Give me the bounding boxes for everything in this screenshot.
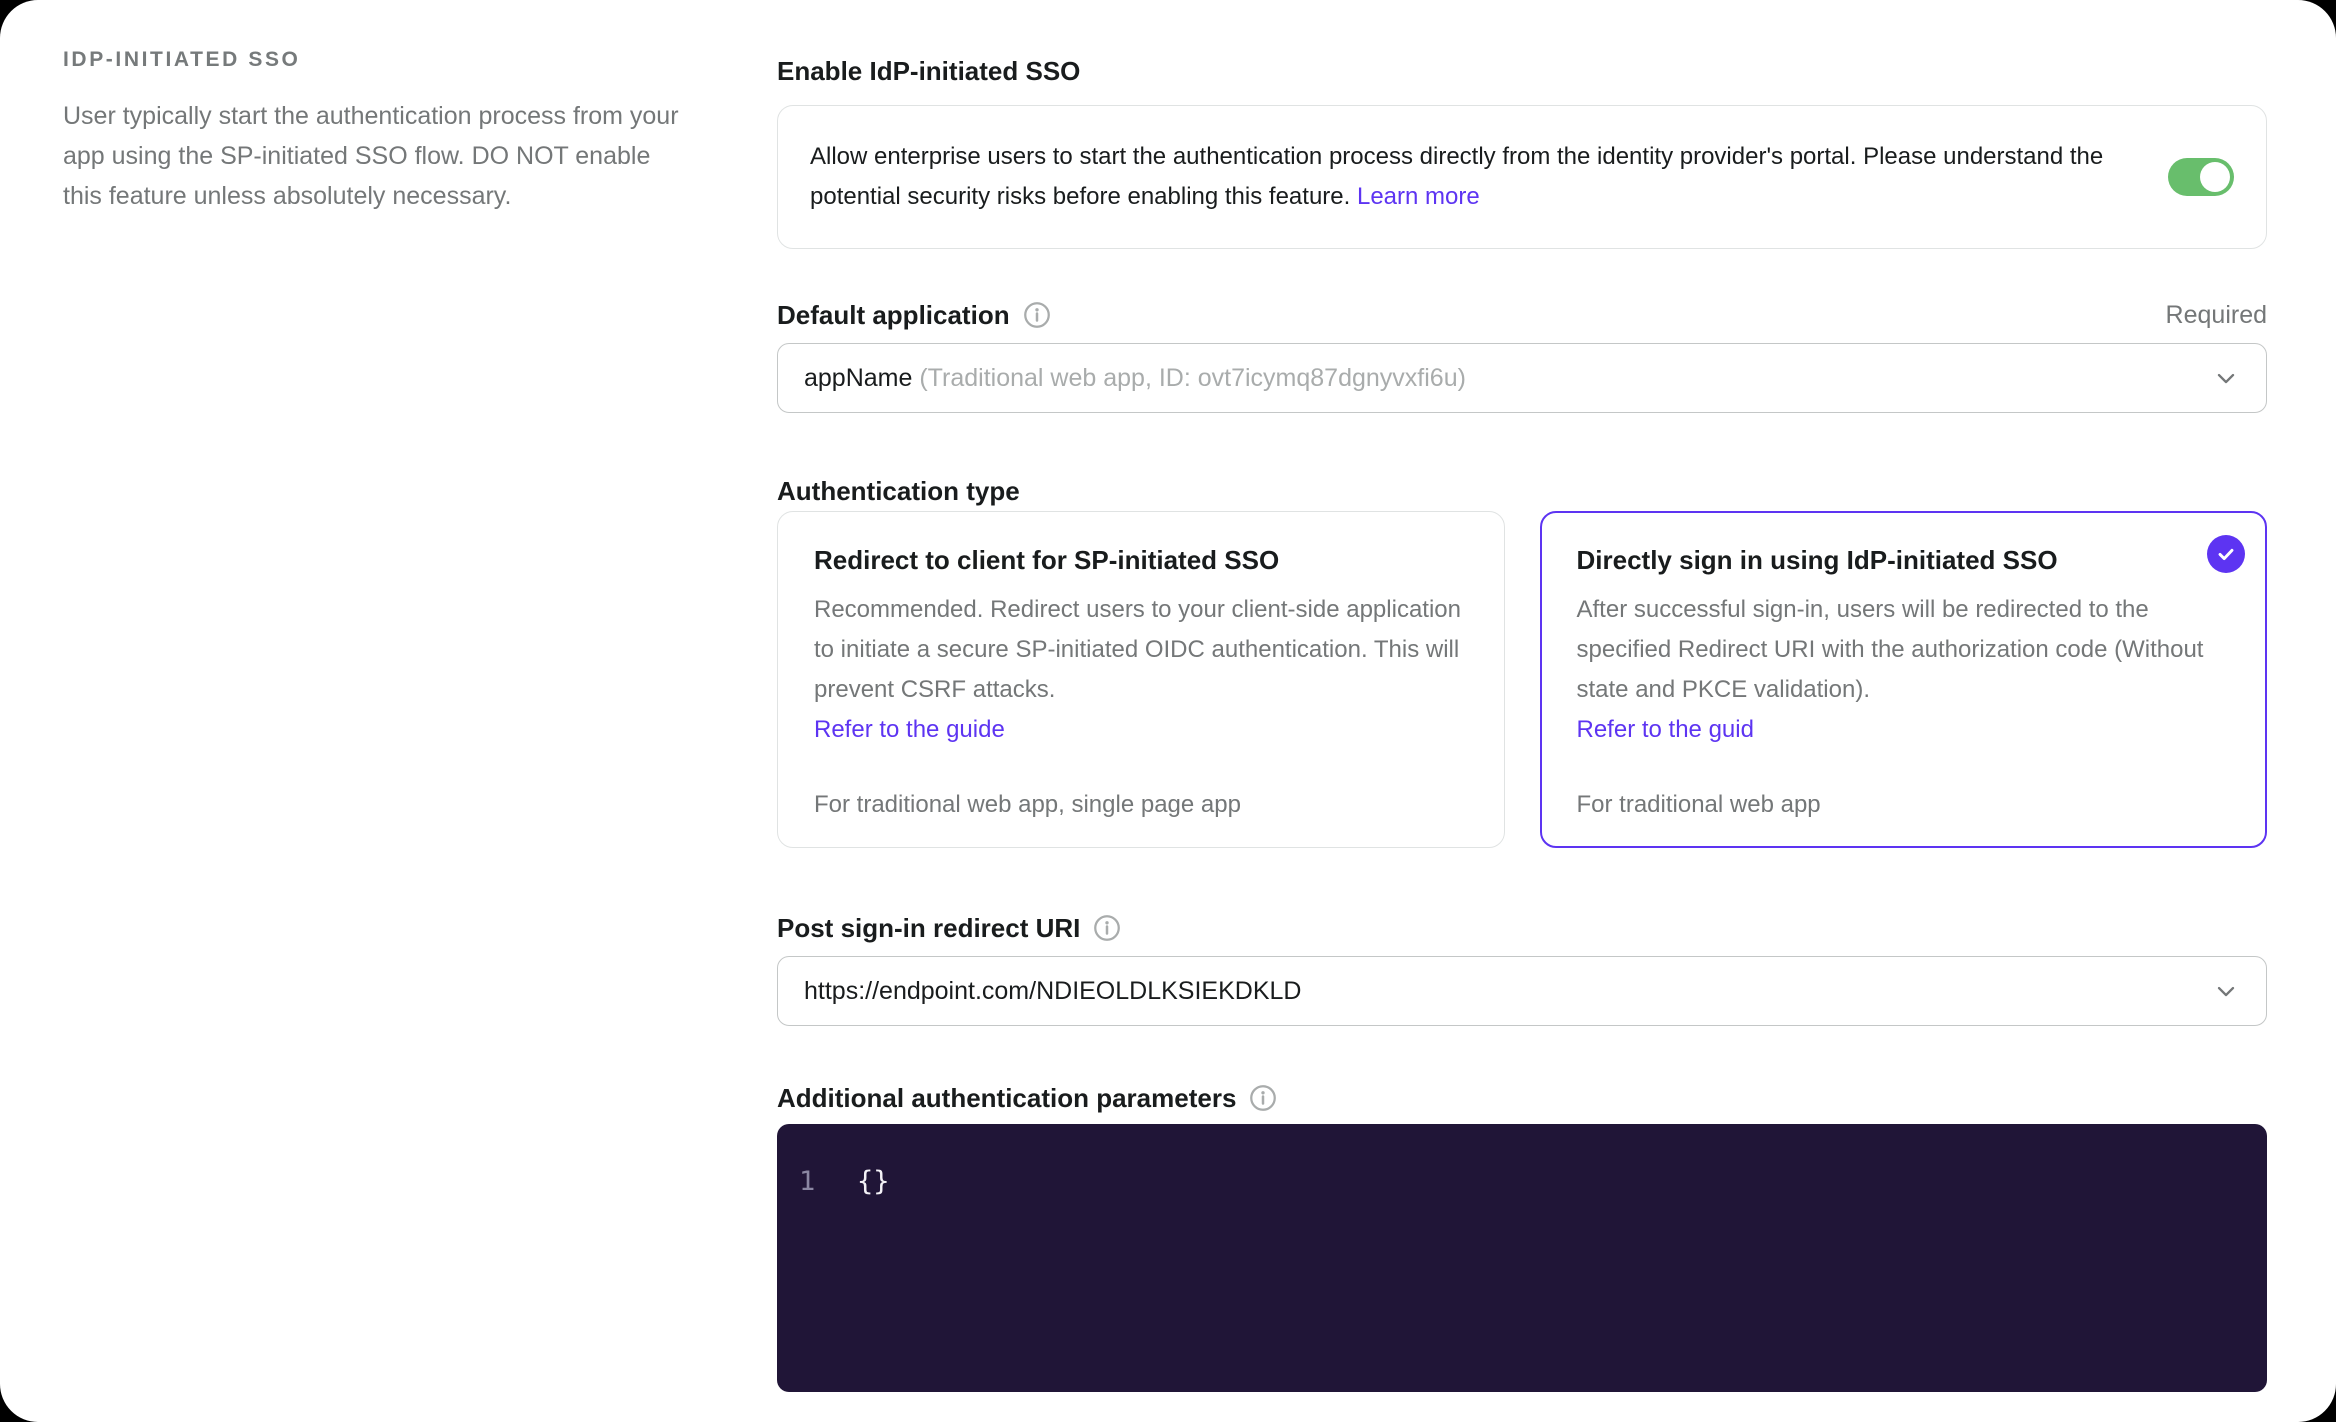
option-footnote: For traditional web app, single page app (814, 791, 1241, 818)
option-description: Recommended. Redirect users to your clie… (814, 590, 1468, 750)
default-application-label: Default application (777, 299, 1052, 331)
refer-guide-link[interactable]: Refer to the guide (814, 710, 1005, 750)
info-icon[interactable] (1092, 913, 1122, 943)
additional-params-label: Additional authentication parameters (777, 1082, 2267, 1114)
required-badge: Required (2165, 300, 2267, 329)
option-title: Directly sign in using IdP-initiated SSO (1576, 545, 2058, 575)
option-card-sp-initiated[interactable]: Redirect to client for SP-initiated SSO … (777, 511, 1505, 848)
screenshot-canvas: IDP-INITIATED SSO User typically start t… (0, 0, 2336, 1422)
option-card-idp-initiated[interactable]: Directly sign in using IdP-initiated SSO… (1539, 511, 2267, 848)
info-icon[interactable] (1248, 1083, 1278, 1113)
enable-sso-label: Enable IdP-initiated SSO (777, 56, 1081, 86)
info-icon[interactable] (1022, 300, 1052, 330)
authentication-type-options: Redirect to client for SP-initiated SSO … (777, 511, 2267, 848)
option-title: Redirect to client for SP-initiated SSO (814, 545, 1280, 575)
section-description: User typically start the authentication … (63, 102, 679, 210)
option-footnote: For traditional web app (1576, 791, 1821, 818)
additional-params-editor[interactable]: 1 {} (777, 1124, 2267, 1392)
redirect-uri-value: https://endpoint.com/NDIEOLDLKSIEKDKLD (804, 976, 1302, 1005)
toggle-knob (2200, 162, 2230, 192)
section-title: IDP-INITIATED SSO (63, 48, 301, 71)
redirect-uri-select[interactable]: https://endpoint.com/NDIEOLDLKSIEKDKLD (777, 956, 2267, 1026)
chevron-down-icon (2212, 364, 2240, 392)
option-description: After successful sign-in, users will be … (1577, 590, 2231, 750)
sso-settings-page: IDP-INITIATED SSO User typically start t… (0, 0, 2336, 1422)
authentication-type-label: Authentication type (777, 476, 1020, 506)
code-content: {} (857, 1166, 890, 1197)
default-application-value: appName (Traditional web app, ID: ovt7ic… (804, 363, 1466, 392)
default-application-select[interactable]: appName (Traditional web app, ID: ovt7ic… (777, 343, 2267, 413)
enable-sso-card: Allow enterprise users to start the auth… (777, 105, 2267, 249)
default-application-label-row: Default application Required (777, 299, 2267, 331)
chevron-down-icon (2212, 977, 2240, 1005)
code-line: 1 {} (799, 1166, 2267, 1197)
line-number: 1 (799, 1166, 816, 1197)
enable-sso-toggle[interactable] (2168, 158, 2234, 196)
enable-sso-description: Allow enterprise users to start the auth… (810, 137, 2128, 217)
section-intro: IDP-INITIATED SSO User typically start t… (63, 48, 683, 216)
redirect-uri-label: Post sign-in redirect URI (777, 912, 2267, 944)
refer-guide-link[interactable]: Refer to the guid (1577, 710, 1754, 750)
selected-check-icon (2207, 535, 2245, 573)
sso-form: Enable IdP-initiated SSO Allow enterpris… (777, 40, 2267, 1392)
learn-more-link[interactable]: Learn more (1357, 183, 1480, 210)
